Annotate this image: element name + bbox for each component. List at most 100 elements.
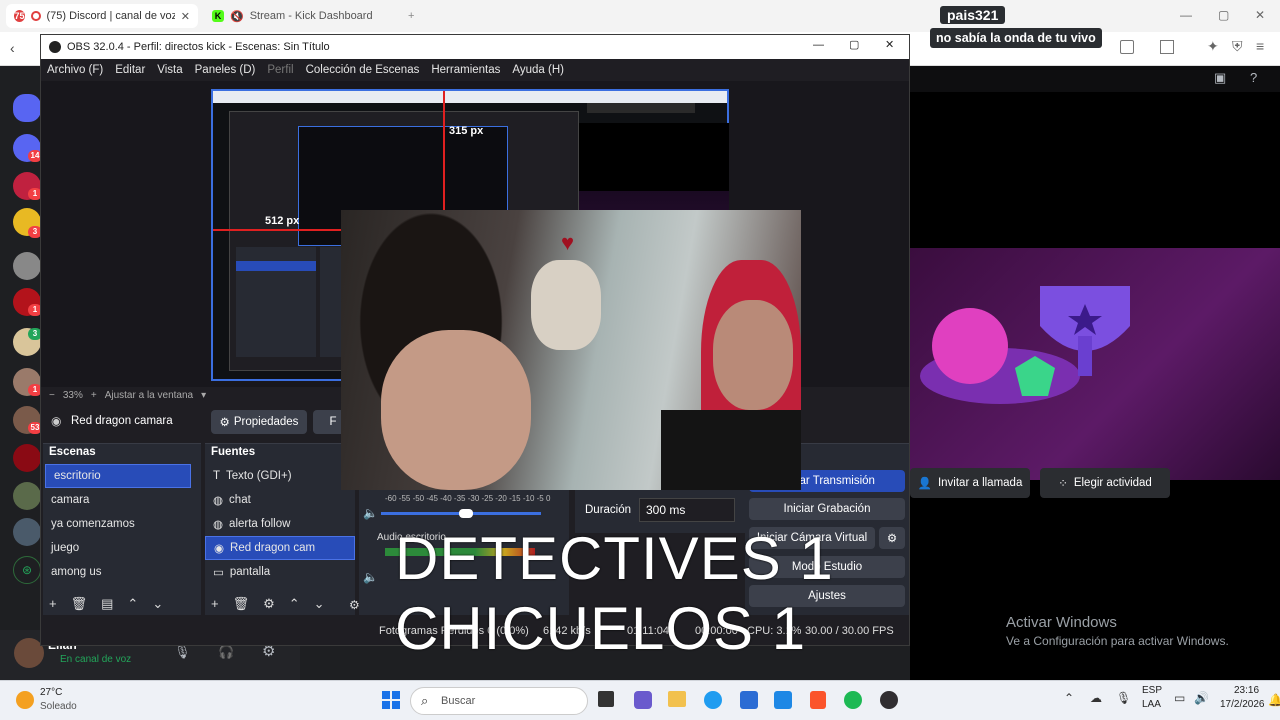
sources-dock: Fuentes T Texto (GDI+) ◍ chat ◍ alerta foll… [205, 443, 355, 615]
close-window-icon[interactable]: ✕ [1255, 8, 1265, 22]
zoom-out-button[interactable]: − [49, 390, 55, 401]
properties-button[interactable]: ⚙ Propiedades [211, 410, 307, 434]
folder-icon[interactable] [668, 691, 686, 707]
maximize-icon[interactable]: ▢ [1218, 8, 1229, 22]
invite-to-call-button[interactable]: 👤 Invitar a llamada [910, 468, 1030, 498]
sun-icon[interactable] [16, 691, 34, 709]
source-item[interactable]: ▭ pantalla [205, 560, 355, 584]
start-recording-button[interactable]: Iniciar Grabación [749, 498, 905, 520]
volume-handle[interactable] [459, 509, 473, 518]
minimize-icon[interactable]: — [813, 39, 824, 51]
tab-discord[interactable]: 75 (75) Discord | canal de voz 1 ✕ [6, 4, 198, 28]
gear-icon[interactable]: ⚙ [879, 527, 905, 549]
clock-date[interactable]: 17/2/2026 [1220, 699, 1265, 710]
menu-coleccion[interactable]: Colección de Escenas [300, 64, 426, 76]
filter-icon[interactable]: ▤ [101, 596, 113, 612]
scene-item[interactable]: ya comenzamos [43, 512, 201, 536]
spotify-icon[interactable] [844, 691, 862, 709]
speaker-icon[interactable]: 🔈 [363, 570, 378, 584]
microphone-icon[interactable]: 🎙 [1116, 691, 1131, 705]
globe-icon: ◍ [213, 495, 224, 507]
clock-time[interactable]: 23:16 [1234, 685, 1259, 696]
language-code[interactable]: ESP [1142, 685, 1162, 696]
sources-title: Fuentes [211, 446, 256, 458]
chevron-up-icon[interactable]: ⌃ [289, 596, 300, 612]
add-icon[interactable]: + [49, 596, 57, 612]
app-icon[interactable] [634, 691, 652, 709]
trophy-illustration-icon [920, 286, 1130, 404]
obs-icon[interactable] [880, 691, 898, 709]
search-box[interactable]: ⌕ Buscar [410, 687, 588, 715]
star-icon[interactable]: ✦ [1207, 38, 1219, 55]
chevron-down-icon[interactable]: ⌄ [152, 596, 163, 612]
headphones-icon[interactable]: 🎧 [218, 644, 234, 660]
obs-menu-bar: Archivo (F) Editar Vista Paneles (D) Per… [41, 59, 909, 81]
menu-perfil[interactable]: Perfil [261, 64, 299, 76]
trash-icon[interactable]: 🗑 [71, 596, 88, 612]
gear-icon[interactable]: ⚙ [349, 598, 360, 612]
fit-window-label[interactable]: Ajustar a la ventana [105, 390, 193, 401]
scene-item[interactable]: among us [43, 560, 201, 584]
speaker-icon[interactable]: 🔈 [363, 506, 378, 520]
edge-icon[interactable] [704, 691, 722, 709]
microphone-icon[interactable]: 🎙 [174, 644, 191, 660]
back-icon[interactable]: ‹ [10, 40, 15, 56]
brave-icon[interactable] [810, 691, 826, 709]
server-icon[interactable] [13, 518, 41, 546]
trash-icon[interactable]: 🗑 [233, 596, 250, 612]
help-icon[interactable]: ? [1250, 70, 1257, 85]
zoom-in-button[interactable]: + [91, 390, 97, 401]
menu-paneles[interactable]: Paneles (D) [189, 64, 262, 76]
shield-icon[interactable]: ⛨ [1232, 38, 1243, 55]
mail-icon[interactable] [774, 691, 792, 709]
text-icon: T [213, 470, 221, 482]
server-icon[interactable] [13, 252, 41, 280]
discord-home-icon[interactable] [13, 94, 41, 122]
scene-item[interactable]: juego [43, 536, 201, 560]
duration-input[interactable]: 300 ms [639, 498, 735, 522]
menu-editar[interactable]: Editar [109, 64, 151, 76]
server-icon[interactable] [13, 482, 41, 510]
scene-item[interactable]: camara [43, 488, 201, 512]
close-icon[interactable]: ✕ [885, 38, 894, 51]
network-icon[interactable]: ▭ [1174, 691, 1185, 705]
discover-icon[interactable]: ⊛ [13, 556, 41, 584]
source-item[interactable]: ◍ chat [205, 488, 355, 512]
source-label: Red dragon cam [230, 542, 316, 554]
close-icon[interactable]: ✕ [181, 10, 190, 23]
sources-controls: + 🗑 ⚙ ⌃ ⌄ [211, 596, 325, 612]
scoreboard-line-2: CHICUELOS 1 [395, 595, 807, 662]
chevron-down-icon[interactable]: ⌄ [314, 596, 325, 612]
inbox-icon[interactable]: ▣ [1214, 70, 1226, 86]
menu-icon[interactable]: ≡ [1256, 38, 1264, 54]
windows-start-icon[interactable] [382, 691, 400, 709]
server-icon[interactable] [13, 444, 41, 472]
new-tab-button[interactable]: + [400, 4, 422, 28]
scoreboard-line-1: DETECTIVES 1 [395, 525, 834, 592]
gear-icon[interactable]: ⚙ [263, 596, 275, 612]
camera-icon: ◉ [214, 543, 225, 555]
menu-herramientas[interactable]: Herramientas [425, 64, 506, 76]
weather-desc: Soleado [40, 701, 77, 712]
tab-kick[interactable]: K 🔇 Stream - Kick Dashboard [204, 4, 396, 28]
task-view-icon[interactable] [598, 691, 614, 707]
keyboard-layout[interactable]: LAA [1142, 699, 1161, 710]
source-item[interactable]: T Texto (GDI+) [205, 464, 355, 488]
store-icon[interactable] [740, 691, 758, 709]
chevron-down-icon[interactable]: ▾ [201, 390, 206, 401]
add-icon[interactable]: + [211, 596, 219, 612]
source-item[interactable]: ◍ alerta follow [205, 512, 355, 536]
menu-ayuda[interactable]: Ayuda (H) [506, 64, 570, 76]
volume-icon[interactable]: 🔊 [1194, 691, 1209, 705]
menu-archivo[interactable]: Archivo (F) [41, 64, 109, 76]
cloud-icon[interactable]: ☁ [1090, 691, 1102, 705]
teddy-bear-image [531, 260, 601, 350]
menu-vista[interactable]: Vista [151, 64, 188, 76]
notifications-icon[interactable]: 🔔 [1268, 693, 1280, 707]
source-item[interactable]: ◉ Red dragon cam [205, 536, 355, 560]
chevron-up-icon[interactable]: ⌃ [127, 596, 138, 612]
scene-item[interactable]: escritorio [45, 464, 191, 488]
choose-activity-button[interactable]: ⁘ Elegir actividad [1040, 468, 1170, 498]
chevron-up-icon[interactable]: ⌃ [1064, 691, 1074, 705]
maximize-icon[interactable]: ▢ [849, 38, 859, 51]
